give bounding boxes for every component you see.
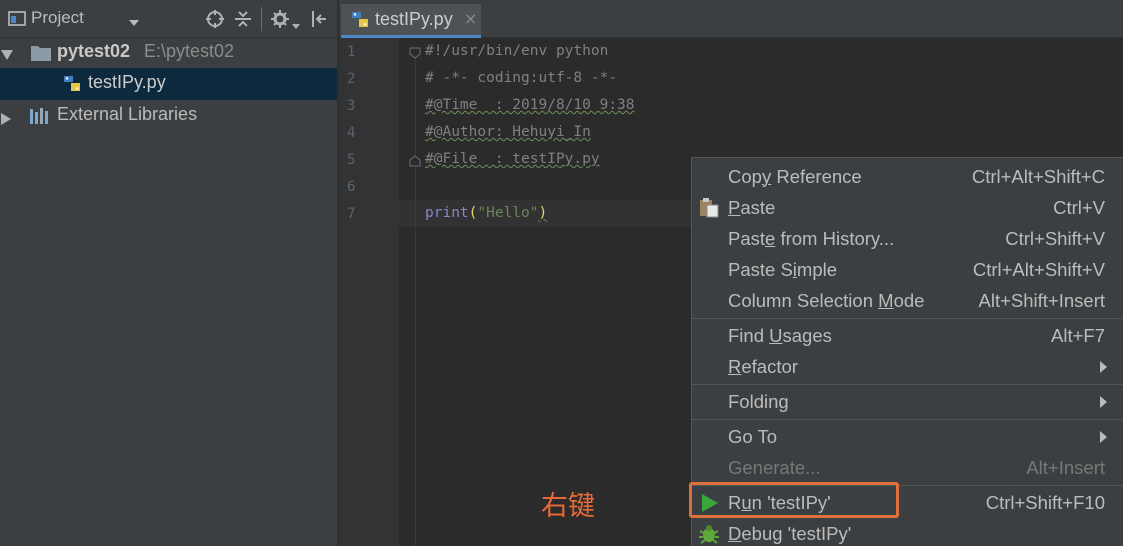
menu-item-shortcut: Alt+Shift+Insert (978, 290, 1105, 311)
menu-item-shortcut: Ctrl+Shift+F10 (985, 492, 1105, 513)
menu-item-folding[interactable]: Folding (692, 386, 1123, 417)
project-path: E:\pytest02 (144, 41, 235, 61)
submenu-arrow-icon (1100, 361, 1107, 373)
hide-panel-icon[interactable] (310, 9, 330, 33)
menu-item-refactor[interactable]: Refactor (692, 351, 1123, 382)
menu-item-label: Generate... (728, 457, 821, 478)
expand-arrow-icon[interactable] (1, 110, 13, 129)
chevron-down-icon[interactable] (127, 13, 141, 32)
line-number: 3 (347, 98, 356, 114)
tree-item-pytest02[interactable]: pytest02 E:\pytest02 (0, 37, 337, 69)
code-line-7: print("Hello") (425, 205, 547, 221)
project-tool-window: Project pytest02 E:\pytest02 testIPy.py … (0, 0, 337, 546)
project-name: pytest02 (57, 41, 131, 61)
menu-item-label: Column Selection Mode (728, 290, 925, 311)
menu-item-paste[interactable]: Paste Ctrl+V (692, 192, 1123, 223)
line-number: 1 (347, 44, 356, 60)
close-icon[interactable]: × (464, 9, 477, 28)
menu-item-label: Folding (728, 391, 789, 412)
menu-item-shortcut: Alt+F7 (1051, 325, 1105, 346)
code-line-4: #@Author: Hehuyi_In (425, 124, 591, 140)
run-highlight-box (689, 482, 899, 518)
line-number-gutter: 1 2 3 4 5 6 7 (339, 38, 399, 546)
menu-item-column-selection-mode[interactable]: Column Selection Mode Alt+Shift+Insert (692, 285, 1123, 316)
submenu-arrow-icon (1100, 431, 1107, 443)
gear-icon[interactable] (270, 9, 292, 33)
menu-item-shortcut: Ctrl+Alt+Shift+V (972, 259, 1105, 280)
external-libraries-label: External Libraries (57, 104, 198, 124)
menu-separator (692, 419, 1123, 420)
menu-item-generate[interactable]: Generate... Alt+Insert (692, 452, 1123, 483)
menu-item-go-to[interactable]: Go To (692, 421, 1123, 452)
line-number: 4 (347, 125, 356, 141)
code-line-2: # -*- coding:utf-8 -*- (425, 70, 618, 86)
menu-item-shortcut: Ctrl+Alt+Shift+C (971, 166, 1105, 187)
separator (260, 7, 264, 35)
code-line-1: #!/usr/bin/env python (425, 43, 609, 59)
annotation-label: 右键 (541, 491, 595, 522)
line-number: 6 (347, 179, 356, 195)
tab-label: testIPy.py (375, 9, 453, 29)
expand-arrow-icon[interactable] (1, 47, 13, 66)
fold-marker-icon[interactable] (409, 152, 421, 171)
paren-close: ) (538, 205, 548, 221)
folder-icon (30, 44, 52, 66)
line-number: 2 (347, 71, 356, 87)
menu-item-label: Refactor (728, 356, 798, 377)
line-number: 7 (347, 206, 356, 222)
line-number: 5 (347, 152, 356, 168)
fold-guide (415, 50, 416, 546)
menu-item-copy-reference[interactable]: Copy Reference Ctrl+Alt+Shift+C (692, 161, 1123, 192)
menu-item-shortcut: Ctrl+V (1053, 197, 1105, 218)
code-line-3: #@Time : 2019/8/10 9:38 (425, 97, 635, 113)
menu-separator (692, 318, 1123, 319)
code-line-5: #@File : testIPy.py (425, 151, 600, 167)
python-file-icon (349, 9, 371, 35)
submenu-arrow-icon (1100, 396, 1107, 408)
tab-testipy[interactable]: testIPy.py × (341, 4, 481, 38)
file-name: testIPy.py (88, 72, 166, 92)
menu-item-paste-from-history[interactable]: Paste from History... Ctrl+Shift+V (692, 223, 1123, 254)
menu-item-label: Paste from History... (728, 228, 895, 249)
tree-item-testipy[interactable]: testIPy.py (0, 68, 337, 100)
tree-item-external-libraries[interactable]: External Libraries (0, 100, 337, 132)
menu-item-label: Find Usages (728, 325, 832, 346)
menu-item-label: Paste Simple (728, 259, 838, 280)
project-view-label[interactable]: Project (31, 8, 84, 28)
menu-item-paste-simple[interactable]: Paste Simple Ctrl+Alt+Shift+V (692, 254, 1123, 285)
clipboard-icon (698, 196, 720, 222)
debug-bug-icon (698, 523, 720, 546)
menu-item-label: Paste (728, 197, 776, 218)
menu-separator (692, 384, 1123, 385)
menu-item-label: Debug 'testIPy' (728, 523, 852, 544)
menu-item-find-usages[interactable]: Find Usages Alt+F7 (692, 320, 1123, 351)
collapse-all-icon[interactable] (233, 9, 253, 33)
project-header: Project (0, 0, 337, 38)
library-icon (29, 107, 51, 129)
menu-item-shortcut: Alt+Insert (1026, 457, 1105, 478)
project-view-icon[interactable] (7, 9, 27, 33)
menu-item-label: Copy Reference (728, 166, 862, 187)
editor-tab-bar: testIPy.py × (339, 0, 1123, 38)
chevron-down-icon[interactable] (292, 15, 300, 34)
fold-marker-icon[interactable] (409, 44, 421, 63)
print-keyword: print (425, 205, 469, 221)
python-file-icon (61, 73, 83, 99)
string-literal: "Hello" (477, 205, 539, 221)
menu-item-shortcut: Ctrl+Shift+V (1005, 228, 1105, 249)
locate-file-icon[interactable] (205, 9, 225, 33)
menu-item-debug[interactable]: Debug 'testIPy' (692, 518, 1123, 546)
menu-item-label: Go To (728, 426, 778, 447)
